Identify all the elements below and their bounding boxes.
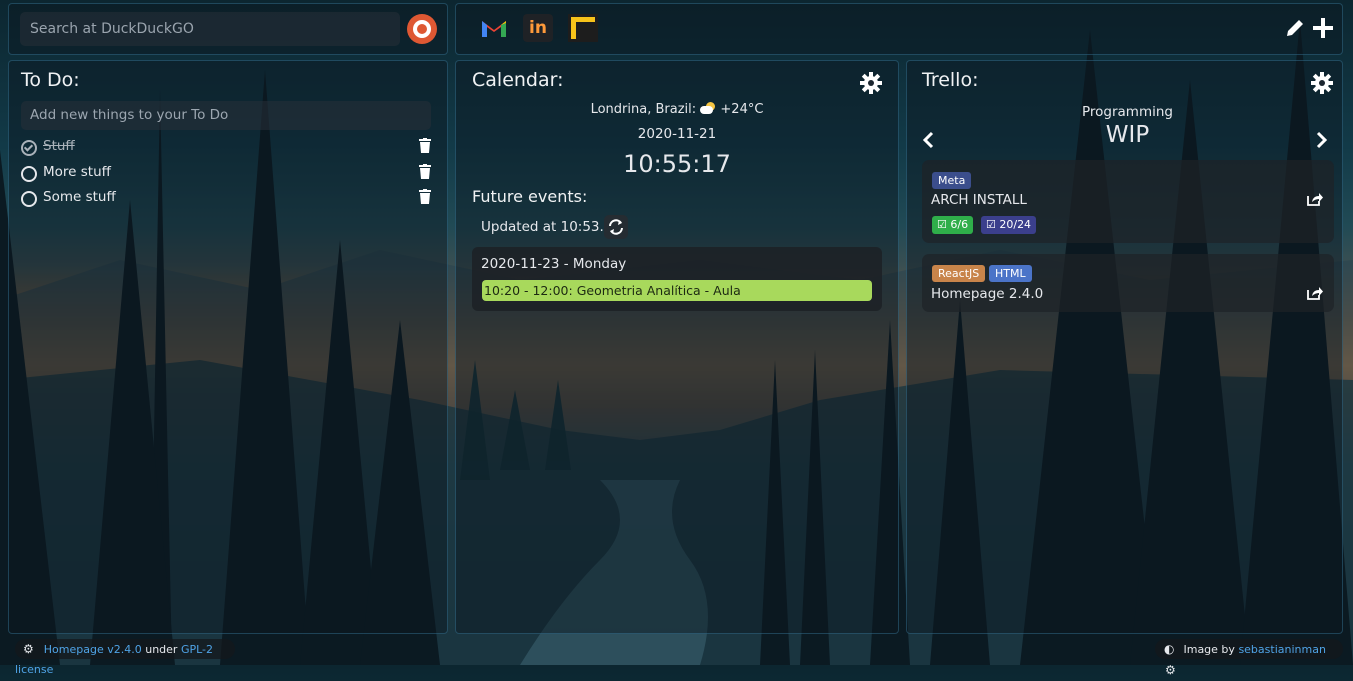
trello-card[interactable]	[922, 254, 1334, 312]
external-link-icon[interactable]	[1306, 191, 1323, 207]
yellow-square-icon[interactable]	[568, 14, 598, 42]
gear-icon[interactable]: ⚙	[23, 639, 34, 659]
location-text: Londrina, Brazil:	[590, 102, 697, 117]
gear-icon[interactable]	[1311, 72, 1333, 94]
gear-icon[interactable]: ⚙	[1165, 660, 1176, 680]
trash-icon[interactable]	[419, 164, 431, 179]
checklist-badge: ☑ 20/24	[981, 216, 1037, 234]
todo-item-label: More stuff	[43, 164, 111, 180]
calendar-event[interactable]: 10:20 - 12:00: Geometria Analítica - Aul…	[482, 280, 872, 301]
search-input[interactable]: Search at DuckDuckGO	[20, 12, 400, 46]
refresh-button[interactable]	[604, 215, 628, 239]
image-credit-text: Image by	[1183, 643, 1235, 656]
homepage-link[interactable]: Homepage v2.4.0	[44, 643, 142, 656]
chevron-left-icon[interactable]	[921, 131, 937, 149]
calendar-panel	[455, 60, 899, 634]
partly-cloudy-icon	[700, 102, 716, 114]
card-title: Homepage 2.4.0	[931, 286, 1044, 302]
card-tag: HTML	[989, 265, 1032, 282]
checklist-badge: ☑ 6/6	[932, 216, 974, 234]
future-events-title: Future events:	[472, 187, 588, 206]
weather-line: Londrina, Brazil: +24°C	[560, 102, 794, 117]
todo-title: To Do:	[21, 69, 80, 91]
chevron-right-icon[interactable]	[1313, 131, 1329, 149]
duckduckgo-icon[interactable]	[407, 14, 437, 44]
circle-icon[interactable]	[21, 191, 37, 207]
trello-board-name: Programming	[1082, 104, 1173, 120]
in-icon[interactable]: in	[523, 14, 553, 42]
card-tag: Meta	[932, 172, 972, 189]
refresh-icon	[609, 219, 623, 235]
footer-left: ⚙ Homepage v2.4.0 under GPL-2 license	[15, 639, 235, 676]
event-day-header: 2020-11-23 - Monday	[481, 256, 627, 272]
image-credit-link[interactable]: sebastianinman	[1238, 643, 1326, 656]
calendar-clock: 10:55:17	[623, 150, 731, 178]
calendar-date: 2020-11-21	[637, 126, 717, 142]
footer-under-text: under	[145, 643, 178, 656]
todo-item-label: Stuff	[43, 138, 75, 154]
pencil-icon[interactable]	[1284, 17, 1306, 39]
todo-input[interactable]: Add new things to your To Do	[21, 101, 431, 130]
checked-circle-icon[interactable]	[21, 140, 37, 156]
card-tag: ReactJS	[932, 265, 986, 282]
footer-right: ◐ Image by sebastianinman ⚙	[1155, 639, 1343, 677]
temperature-text: +24°C	[720, 102, 764, 117]
todo-item[interactable]: Some stuff	[21, 189, 436, 209]
card-title: ARCH INSTALL	[931, 192, 1027, 208]
trello-list-name: WIP	[1105, 122, 1150, 148]
plus-icon[interactable]	[1312, 17, 1334, 39]
external-link-icon[interactable]	[1306, 285, 1323, 301]
trash-icon[interactable]	[419, 189, 431, 204]
updated-text: Updated at 10:53.	[481, 219, 604, 235]
contrast-icon[interactable]: ◐	[1164, 639, 1174, 659]
calendar-title: Calendar:	[472, 69, 564, 91]
trash-icon[interactable]	[419, 138, 431, 153]
gmail-icon[interactable]	[480, 17, 508, 39]
todo-item[interactable]: Stuff	[21, 138, 436, 158]
todo-item-label: Some stuff	[43, 189, 116, 205]
todo-item[interactable]: More stuff	[21, 164, 436, 184]
gear-icon[interactable]	[860, 72, 882, 94]
circle-icon[interactable]	[21, 166, 37, 182]
trello-title: Trello:	[922, 69, 979, 91]
